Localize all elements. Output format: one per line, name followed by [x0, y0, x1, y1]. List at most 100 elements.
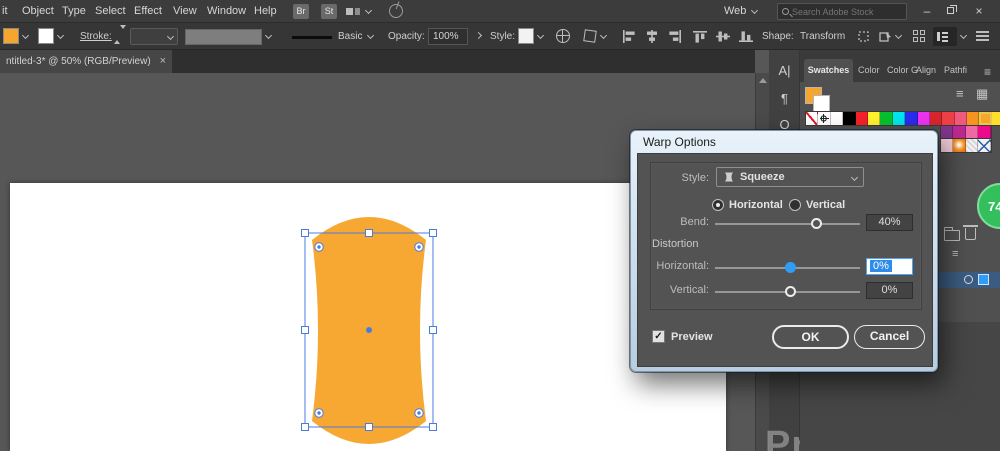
stroke-weight-stepper[interactable]: [114, 29, 123, 44]
horizontal-slider-thumb[interactable]: [785, 262, 796, 273]
brush-chevron-icon[interactable]: [367, 32, 374, 39]
shape-center-point[interactable]: [366, 327, 372, 333]
tab-swatches[interactable]: Swatches: [804, 59, 853, 82]
swatch[interactable]: [818, 112, 830, 125]
window-close-button[interactable]: ×: [966, 0, 992, 22]
align-right-icon[interactable]: [668, 30, 682, 43]
tab-color[interactable]: Color: [858, 65, 880, 75]
swatch[interactable]: [992, 112, 1000, 125]
vertical-distortion-slider[interactable]: [715, 291, 860, 293]
menu-window[interactable]: Window: [207, 5, 246, 17]
horizontal-value-field[interactable]: 0%: [866, 258, 913, 275]
opacity-value-field[interactable]: 100%: [428, 28, 468, 45]
stroke-weight-label[interactable]: Stroke:: [80, 31, 112, 42]
stroke-weight-combo[interactable]: [130, 28, 178, 45]
workspace-menu-icon[interactable]: [976, 30, 989, 42]
swatch[interactable]: [978, 139, 990, 152]
horizontal-radio[interactable]: [712, 199, 724, 211]
vertical-slider-thumb[interactable]: [785, 286, 796, 297]
swatch[interactable]: [868, 112, 880, 125]
warped-shape-selection[interactable]: [280, 195, 450, 451]
horizontal-distortion-slider[interactable]: [715, 267, 860, 269]
document-tab[interactable]: ntitled-3* @ 50% (RGB/Preview) ×: [0, 50, 172, 73]
search-input[interactable]: [792, 7, 902, 17]
bend-value-field[interactable]: 40%: [866, 214, 913, 231]
isolate-chevron-icon[interactable]: [895, 32, 902, 39]
stroke-chevron-icon[interactable]: [57, 32, 64, 39]
layout-icon[interactable]: [346, 8, 353, 15]
workspace-chevron-icon[interactable]: [751, 7, 758, 14]
align-bottom-icon[interactable]: [739, 30, 753, 43]
menu-help[interactable]: Help: [254, 5, 277, 17]
preferences-chevron-icon[interactable]: [600, 32, 607, 39]
graphic-style-label[interactable]: Style:: [490, 31, 515, 42]
swatch[interactable]: [831, 112, 843, 125]
artboard-row[interactable]: [938, 272, 1000, 288]
vertical-radio[interactable]: [789, 199, 801, 211]
swatch-options-icon[interactable]: ≡: [952, 248, 958, 260]
graphic-style-button[interactable]: St: [321, 4, 337, 19]
swatch[interactable]: [941, 139, 953, 152]
brush-panel-button[interactable]: Br: [293, 4, 309, 19]
swatch[interactable]: [880, 112, 892, 125]
swatch[interactable]: [967, 112, 979, 125]
graphic-style-swatch[interactable]: [518, 28, 534, 44]
paragraph-panel-icon[interactable]: ¶: [769, 91, 800, 106]
menu-edit[interactable]: it: [2, 5, 8, 17]
opacity-label[interactable]: Opacity:: [388, 31, 425, 42]
align-left-icon[interactable]: [622, 30, 636, 43]
list-view-icon[interactable]: ≡: [956, 86, 964, 101]
artboard-thumbnail-icon[interactable]: [978, 274, 989, 285]
visibility-ring-icon[interactable]: [964, 275, 973, 284]
tab-color-guide[interactable]: Color G: [887, 65, 918, 75]
swatch[interactable]: [955, 112, 967, 125]
swatch[interactable]: [979, 112, 991, 125]
document-setup-icon[interactable]: [556, 29, 570, 43]
swatch[interactable]: [806, 112, 818, 125]
preview-label[interactable]: Preview: [671, 331, 713, 343]
arrange-documents-icon[interactable]: [913, 30, 925, 42]
bend-slider-thumb[interactable]: [811, 218, 822, 229]
tab-align[interactable]: Align: [916, 65, 936, 75]
stroke-color-swatch[interactable]: [38, 28, 54, 44]
swatch[interactable]: [893, 112, 905, 125]
new-color-group-icon[interactable]: [944, 230, 960, 241]
vertical-radio-label[interactable]: Vertical: [806, 199, 845, 211]
align-top-icon[interactable]: [693, 30, 707, 43]
align-middle-icon[interactable]: [716, 30, 730, 43]
swatch[interactable]: [930, 112, 942, 125]
swatch[interactable]: [953, 139, 965, 152]
cancel-button[interactable]: Cancel: [854, 325, 925, 349]
brush-value-label[interactable]: Basic: [338, 31, 362, 42]
bounding-box-icon[interactable]: [856, 30, 871, 43]
stock-search-box[interactable]: [777, 3, 907, 20]
tab-close-icon[interactable]: ×: [160, 50, 166, 73]
panel-stroke-proxy[interactable]: [813, 95, 830, 112]
preview-checkbox[interactable]: ✓: [652, 330, 665, 343]
swatch[interactable]: [843, 112, 855, 125]
window-minimize-button[interactable]: –: [914, 0, 940, 22]
workspace-switcher[interactable]: Web: [724, 5, 746, 17]
menu-object[interactable]: Object: [22, 5, 54, 17]
swatch[interactable]: [966, 139, 978, 152]
warp-options-dialog[interactable]: Warp Options Style: Squeeze Horizontal V…: [630, 130, 938, 372]
preferences-icon[interactable]: [583, 29, 597, 43]
isolate-selection-icon[interactable]: [878, 30, 893, 43]
layout-chevron-icon[interactable]: [365, 7, 372, 14]
arrangement-chevron-icon[interactable]: [960, 32, 967, 39]
menu-type[interactable]: Type: [62, 5, 86, 17]
touch-workspace-icon[interactable]: [387, 2, 405, 20]
vertical-value-field[interactable]: 0%: [866, 282, 913, 299]
opacity-expand-icon[interactable]: [475, 32, 482, 39]
panel-menu-icon[interactable]: ≡: [984, 65, 991, 79]
swatch[interactable]: [918, 112, 930, 125]
menu-effect[interactable]: Effect: [134, 5, 162, 17]
menu-select[interactable]: Select: [95, 5, 126, 17]
warp-style-dropdown[interactable]: Squeeze: [716, 167, 864, 187]
bend-slider[interactable]: [715, 223, 860, 225]
graphic-style-chevron-icon[interactable]: [537, 32, 544, 39]
ok-button[interactable]: OK: [772, 325, 849, 349]
tab-pathfinder[interactable]: Pathfi: [944, 65, 967, 75]
swatch[interactable]: [942, 112, 954, 125]
swatch[interactable]: [905, 112, 917, 125]
